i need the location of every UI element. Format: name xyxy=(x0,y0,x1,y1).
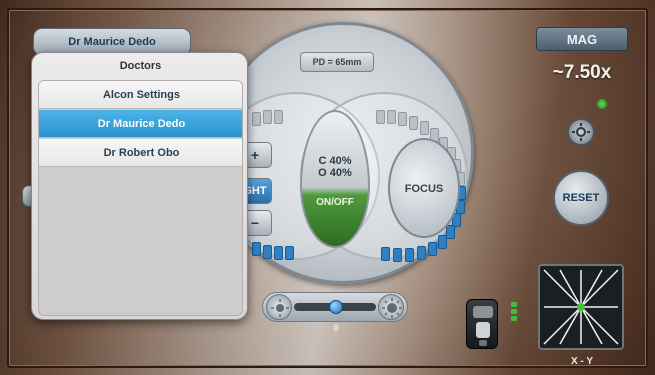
app-background: Dr Maurice Dedo PD = 65mm C 40% O 40% ON… xyxy=(0,0,655,375)
crosshair-icon xyxy=(543,269,619,345)
left-level-segment xyxy=(263,245,272,259)
list-item-selected[interactable]: Dr Maurice Dedo xyxy=(39,110,242,138)
left-level-segment xyxy=(252,242,261,256)
list-item[interactable]: Alcon Settings xyxy=(39,81,242,109)
doctors-popup: Doctors Alcon Settings Dr Maurice Dedo D… xyxy=(31,52,248,320)
left-level-segment xyxy=(252,112,261,126)
status-led xyxy=(597,99,607,109)
focus-button[interactable]: FOCUS xyxy=(388,138,460,238)
focus-level-segment xyxy=(398,112,407,126)
focus-level-segment xyxy=(381,247,390,261)
focus-level-segment xyxy=(409,116,418,130)
onoff-button[interactable]: ON/OFF xyxy=(304,192,366,214)
focus-level-segment xyxy=(376,110,385,124)
left-level-segment xyxy=(285,246,294,260)
focus-level-segment xyxy=(420,121,429,135)
mag-label: MAG xyxy=(536,27,628,51)
mag-value: ~7.50x xyxy=(552,62,612,83)
focus-level-segment xyxy=(428,242,437,256)
other-value: O 40% xyxy=(318,167,352,179)
focus-level-segment xyxy=(393,248,402,262)
pd-indicator: PD = 65mm xyxy=(300,52,374,72)
left-level-segment xyxy=(274,246,283,260)
left-level-segment xyxy=(263,110,272,124)
brightness-low-icon[interactable] xyxy=(266,294,292,320)
xy-joystick-pad[interactable] xyxy=(538,264,624,350)
slider-value: 0 xyxy=(333,323,339,333)
focus-level-segment xyxy=(405,248,414,262)
left-level-segment xyxy=(274,110,283,124)
popup-title: Doctors xyxy=(119,60,162,72)
contrast-value: C 40% xyxy=(318,155,352,167)
focus-level-segment xyxy=(446,225,455,239)
camera-led xyxy=(511,309,517,314)
reset-button[interactable]: RESET xyxy=(553,170,609,226)
focus-level-segment xyxy=(417,246,426,260)
camera-icon[interactable] xyxy=(466,299,498,349)
slider-knob[interactable] xyxy=(329,300,343,314)
camera-led xyxy=(511,302,517,307)
camera-led xyxy=(511,316,517,321)
lens-readout: C 40% O 40% xyxy=(302,155,368,179)
xy-label: X - Y xyxy=(570,356,594,367)
focus-level-segment xyxy=(438,235,447,249)
list-item[interactable]: Dr Robert Obo xyxy=(39,139,242,167)
focus-level-segment xyxy=(387,110,396,124)
doctors-list: Alcon Settings Dr Maurice Dedo Dr Robert… xyxy=(38,80,243,316)
brightness-high-icon[interactable] xyxy=(378,294,404,320)
settings-icon[interactable] xyxy=(567,118,595,146)
